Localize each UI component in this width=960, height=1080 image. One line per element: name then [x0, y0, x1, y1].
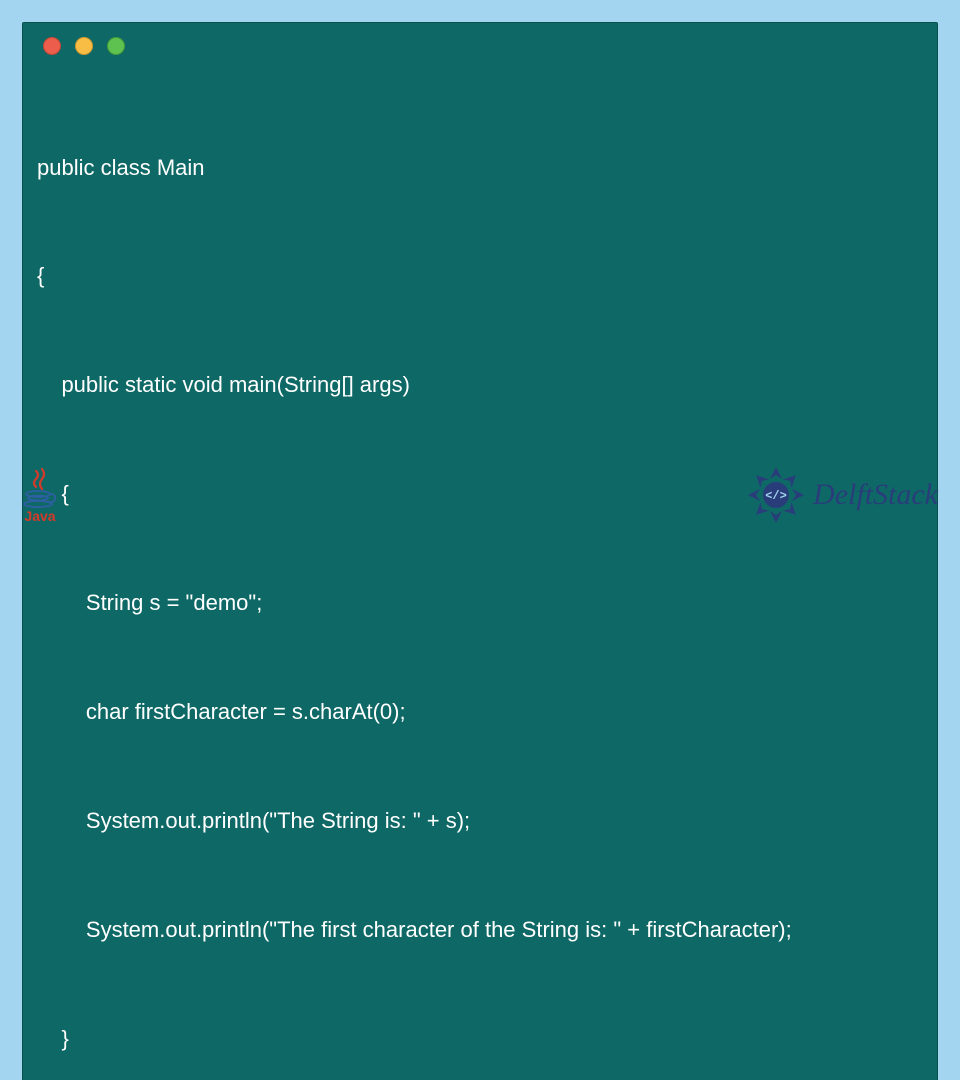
- window-titlebar: [23, 23, 937, 69]
- code-line: {: [37, 258, 923, 294]
- java-cup-icon: [22, 467, 58, 511]
- maximize-icon[interactable]: [107, 37, 125, 55]
- code-line: System.out.println("The first character …: [37, 912, 923, 948]
- footer: Java </> DelftStack: [22, 460, 938, 530]
- code-line: String s = "demo";: [37, 585, 923, 621]
- code-line: public class Main: [37, 150, 923, 186]
- code-line: System.out.println("The String is: " + s…: [37, 803, 923, 839]
- minimize-icon[interactable]: [75, 37, 93, 55]
- java-logo: Java: [22, 467, 58, 523]
- delftstack-logo: </> DelftStack: [745, 464, 938, 526]
- code-line: }: [37, 1021, 923, 1057]
- code-line: public static void main(String[] args): [37, 367, 923, 403]
- delftstack-icon: </>: [745, 464, 807, 526]
- svg-text:</>: </>: [765, 489, 787, 503]
- close-icon[interactable]: [43, 37, 61, 55]
- code-line: char firstCharacter = s.charAt(0);: [37, 694, 923, 730]
- brand-name: DelftStack: [813, 478, 938, 512]
- code-block: public class Main { public static void m…: [23, 69, 937, 1080]
- code-window: public class Main { public static void m…: [22, 22, 938, 1080]
- java-label: Java: [24, 509, 55, 523]
